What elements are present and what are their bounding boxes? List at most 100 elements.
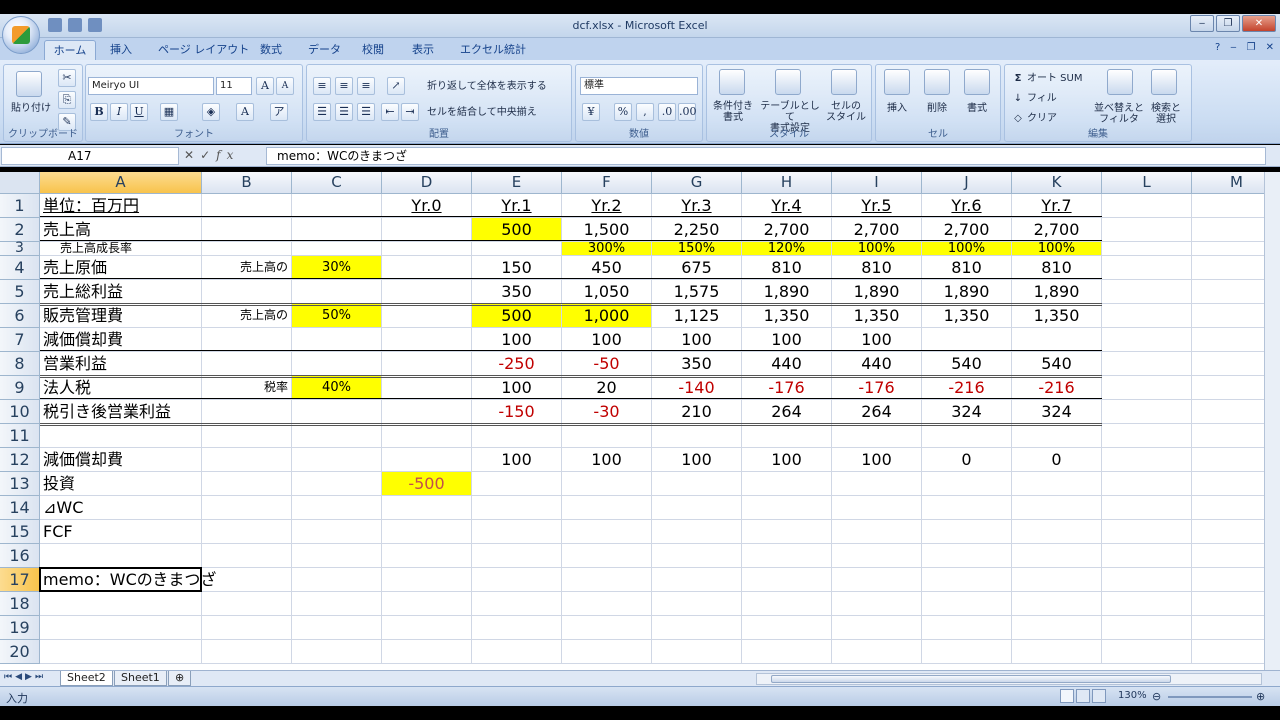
font-name-select[interactable]: Meiryo UI bbox=[88, 77, 214, 95]
autosum-icon[interactable]: Σ bbox=[1011, 73, 1025, 84]
cell-d3[interactable] bbox=[382, 242, 472, 256]
cell-e20[interactable] bbox=[472, 640, 562, 664]
cell-k12[interactable]: 0 bbox=[1012, 448, 1102, 472]
cell-g10[interactable]: 210 bbox=[652, 400, 742, 424]
tab-data[interactable]: データ bbox=[300, 40, 349, 60]
row-header-2[interactable]: 2 bbox=[0, 218, 40, 242]
cell-h16[interactable] bbox=[742, 544, 832, 568]
cell-f20[interactable] bbox=[562, 640, 652, 664]
zoom-in-icon[interactable]: ⊕ bbox=[1256, 690, 1265, 703]
cell-e7[interactable]: 100 bbox=[472, 328, 562, 352]
cell-h4[interactable]: 810 bbox=[742, 256, 832, 280]
cell-i7[interactable]: 100 bbox=[832, 328, 922, 352]
cell-a14[interactable]: ⊿WC bbox=[40, 496, 202, 520]
align-right-icon[interactable]: ☰ bbox=[357, 103, 375, 121]
cell-a9[interactable]: 法人税 bbox=[40, 376, 202, 400]
horizontal-scroll-thumb[interactable] bbox=[771, 675, 1171, 683]
cell-m15[interactable] bbox=[1192, 520, 1264, 544]
cell-j4[interactable]: 810 bbox=[922, 256, 1012, 280]
cell-j8[interactable]: 540 bbox=[922, 352, 1012, 376]
zoom-out-icon[interactable]: ⊖ bbox=[1152, 690, 1161, 703]
cell-c1[interactable] bbox=[292, 194, 382, 218]
row-header-8[interactable]: 8 bbox=[0, 352, 40, 376]
paste-icon[interactable] bbox=[16, 71, 42, 97]
cell-a4[interactable]: 売上原価 bbox=[40, 256, 202, 280]
cell-g14[interactable] bbox=[652, 496, 742, 520]
cell-j10[interactable]: 324 bbox=[922, 400, 1012, 424]
borders-icon[interactable]: ▦ bbox=[160, 103, 178, 121]
sort-filter-icon[interactable] bbox=[1107, 69, 1133, 95]
cell-g8[interactable]: 350 bbox=[652, 352, 742, 376]
cell-d8[interactable] bbox=[382, 352, 472, 376]
cell-k5[interactable]: 1,890 bbox=[1012, 280, 1102, 304]
cell-k10[interactable]: 324 bbox=[1012, 400, 1102, 424]
cell-b12[interactable] bbox=[202, 448, 292, 472]
cell-b14[interactable] bbox=[202, 496, 292, 520]
cell-b3[interactable] bbox=[202, 242, 292, 256]
sheet-nav-arrows[interactable]: ⏮◀▶⏭ bbox=[4, 672, 46, 682]
cell-f14[interactable] bbox=[562, 496, 652, 520]
row-header-7[interactable]: 7 bbox=[0, 328, 40, 352]
cell-l13[interactable] bbox=[1102, 472, 1192, 496]
cell-f15[interactable] bbox=[562, 520, 652, 544]
align-left-icon[interactable]: ☰ bbox=[313, 103, 331, 121]
cell-h10[interactable]: 264 bbox=[742, 400, 832, 424]
cell-l17[interactable] bbox=[1102, 568, 1192, 592]
enter-icon[interactable]: ✓ bbox=[200, 148, 216, 162]
delete-cells-button[interactable]: 削除 bbox=[918, 103, 956, 114]
cell-h13[interactable] bbox=[742, 472, 832, 496]
cell-f10[interactable]: -30 bbox=[562, 400, 652, 424]
cell-h19[interactable] bbox=[742, 616, 832, 640]
cell-b11[interactable] bbox=[202, 424, 292, 448]
cell-d4[interactable] bbox=[382, 256, 472, 280]
cell-g4[interactable]: 675 bbox=[652, 256, 742, 280]
cell-m19[interactable] bbox=[1192, 616, 1264, 640]
fill-color-icon[interactable]: ◈ bbox=[202, 103, 220, 121]
row-header-19[interactable]: 19 bbox=[0, 616, 40, 640]
cell-g18[interactable] bbox=[652, 592, 742, 616]
tab-page-layout[interactable]: ページ レイアウト bbox=[150, 40, 257, 60]
cell-a17[interactable]: memo：WCのきまつざ bbox=[40, 568, 216, 592]
cell-j15[interactable] bbox=[922, 520, 1012, 544]
cell-i15[interactable] bbox=[832, 520, 922, 544]
cell-a15[interactable]: FCF bbox=[40, 520, 202, 544]
tab-formulas[interactable]: 数式 bbox=[252, 40, 290, 60]
cell-j17[interactable] bbox=[922, 568, 1012, 592]
column-header-d[interactable]: D bbox=[382, 172, 472, 194]
sheet-tab-sheet1[interactable]: Sheet1 bbox=[114, 671, 167, 686]
cell-j3[interactable]: 100% bbox=[922, 242, 1012, 256]
cell-j12[interactable]: 0 bbox=[922, 448, 1012, 472]
cell-c3[interactable] bbox=[292, 242, 382, 256]
phonetic-icon[interactable]: ア bbox=[270, 103, 288, 121]
cell-l20[interactable] bbox=[1102, 640, 1192, 664]
cell-l4[interactable] bbox=[1102, 256, 1192, 280]
cell-i12[interactable]: 100 bbox=[832, 448, 922, 472]
formula-input[interactable]: memo：WCのきまつざ bbox=[266, 147, 1266, 165]
cell-j20[interactable] bbox=[922, 640, 1012, 664]
wrap-text-button[interactable]: 折り返して全体を表示する bbox=[427, 81, 567, 92]
cell-l7[interactable] bbox=[1102, 328, 1192, 352]
vertical-scrollbar[interactable] bbox=[1264, 172, 1280, 670]
cell-e13[interactable] bbox=[472, 472, 562, 496]
row-header-11[interactable]: 11 bbox=[0, 424, 40, 448]
cell-styles-button[interactable]: セルの スタイル bbox=[821, 101, 871, 123]
cell-l19[interactable] bbox=[1102, 616, 1192, 640]
row-header-17[interactable]: 17 bbox=[0, 568, 40, 592]
cell-j14[interactable] bbox=[922, 496, 1012, 520]
cell-f2[interactable]: 1,500 bbox=[562, 218, 652, 242]
cell-h20[interactable] bbox=[742, 640, 832, 664]
row-header-16[interactable]: 16 bbox=[0, 544, 40, 568]
cell-e18[interactable] bbox=[472, 592, 562, 616]
cell-c8[interactable] bbox=[292, 352, 382, 376]
cell-a16[interactable] bbox=[40, 544, 202, 568]
page-break-view-icon[interactable] bbox=[1092, 689, 1106, 703]
cell-g1[interactable]: Yr.3 bbox=[652, 194, 742, 218]
cell-b15[interactable] bbox=[202, 520, 292, 544]
cell-f6[interactable]: 1,000 bbox=[562, 304, 652, 328]
close-button[interactable]: ✕ bbox=[1242, 15, 1276, 32]
horizontal-scrollbar[interactable] bbox=[756, 673, 1262, 685]
cell-m17[interactable] bbox=[1192, 568, 1264, 592]
cell-h3[interactable]: 120% bbox=[742, 242, 832, 256]
cell-l12[interactable] bbox=[1102, 448, 1192, 472]
cell-a18[interactable] bbox=[40, 592, 202, 616]
